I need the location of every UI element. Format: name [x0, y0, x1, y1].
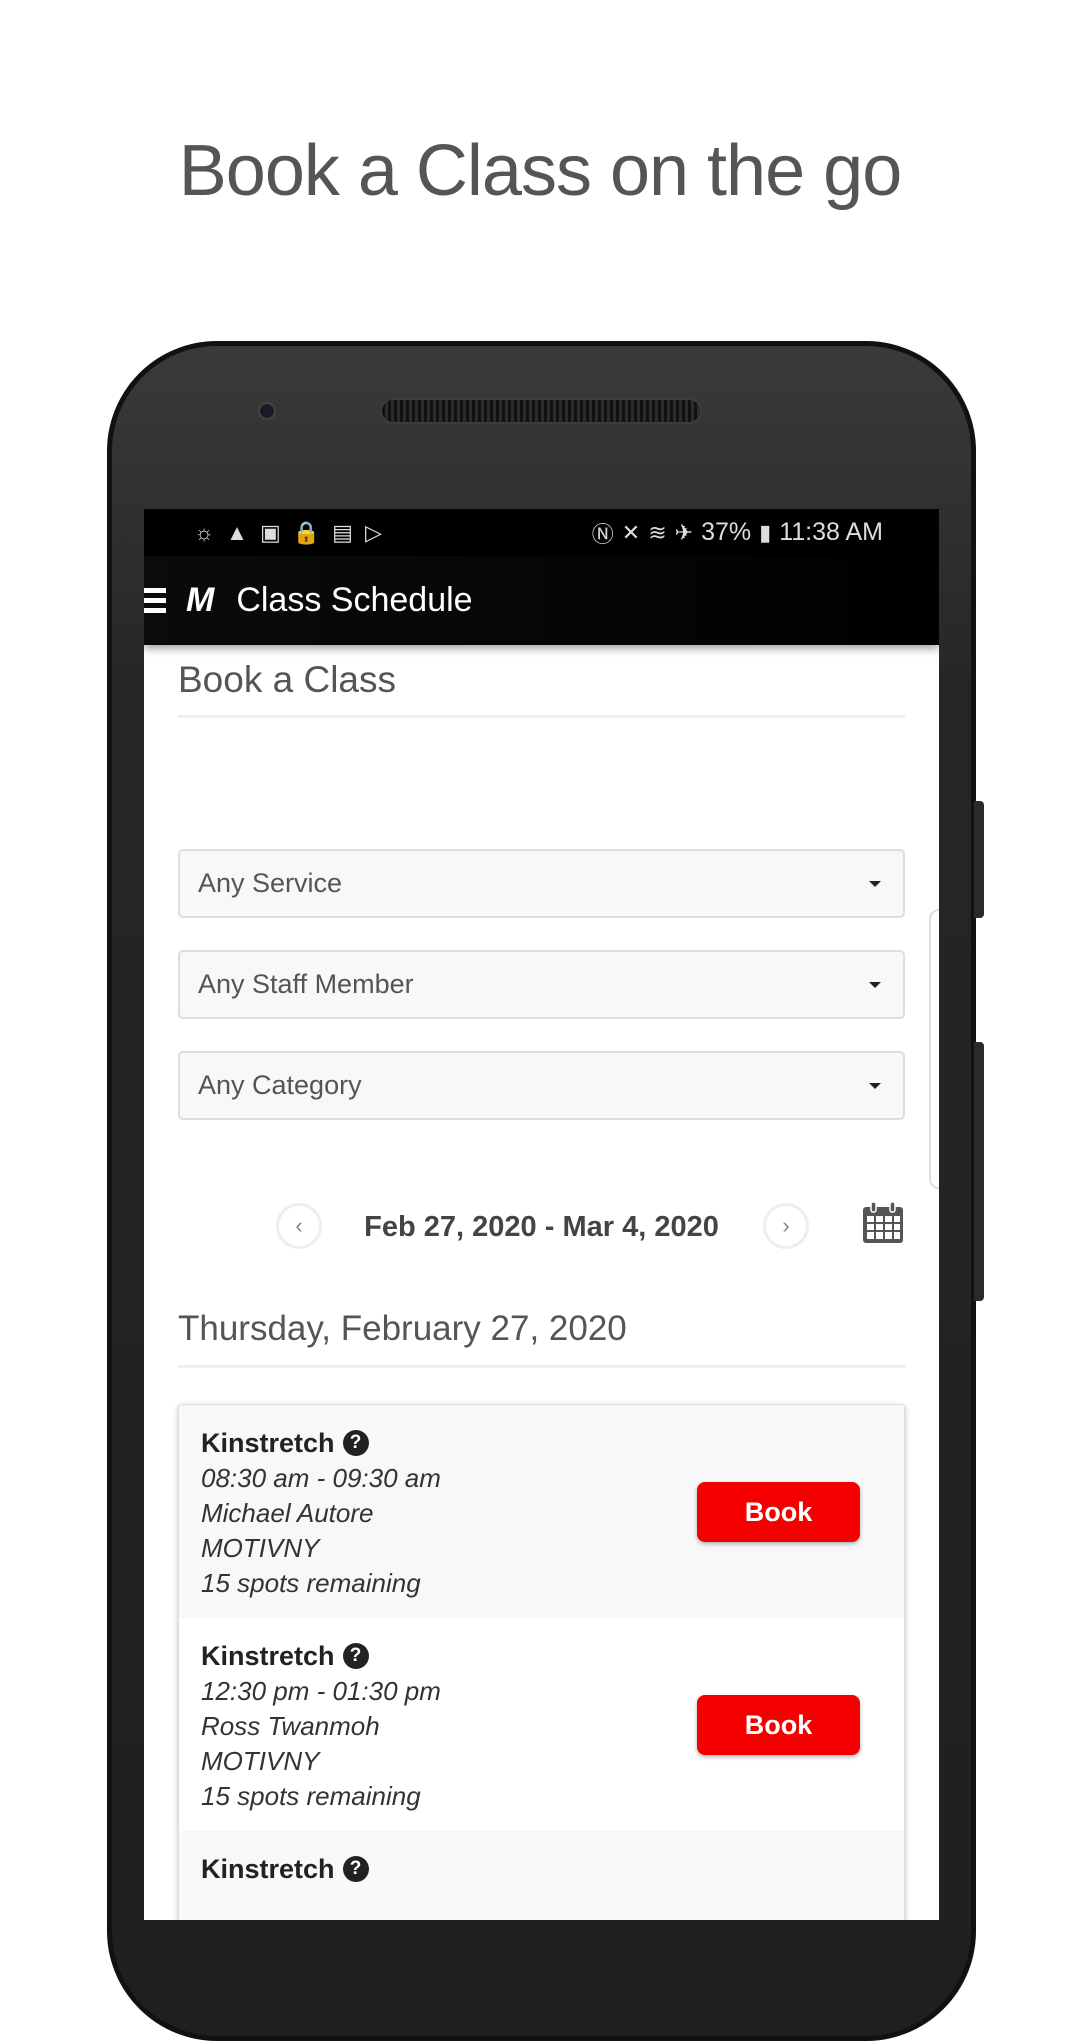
divider [178, 1365, 905, 1368]
clock: 11:38 AM [779, 518, 883, 546]
staff-select[interactable]: Any Staff Member [178, 950, 905, 1019]
mute-icon: ✕ [621, 519, 641, 545]
nfc-icon: Ⓝ [591, 521, 614, 547]
app-title: Class Schedule [236, 581, 473, 619]
class-list: Kinstretch? 08:30 am - 09:30 am Michael … [178, 1404, 905, 1920]
battery-icon: ▮ [759, 519, 772, 545]
class-name: Kinstretch [201, 1427, 335, 1458]
date-navigator: ‹ Feb 27, 2020 - Mar 4, 2020 › [178, 1201, 905, 1263]
caret-down-icon [869, 881, 881, 887]
wifi-icon: ≋ [648, 519, 667, 545]
book-button[interactable]: Book [697, 1482, 860, 1542]
calendar-icon[interactable] [861, 1201, 905, 1245]
select-value: Any Staff Member [198, 969, 414, 999]
class-item: Kinstretch? [179, 1831, 904, 1920]
app-bar: M Class Schedule [144, 556, 939, 645]
phone-screen: ☼ ▲ ▣ 🔒 ▤ ▷ Ⓝ ✕ ≋ ✈ 37% ▮ 11:38 AM M Cla… [144, 509, 939, 1920]
play-store-icon: ▷ [364, 519, 382, 545]
next-week-button[interactable]: › [763, 1203, 809, 1249]
class-spots: 15 spots remaining [201, 1568, 421, 1598]
power-button [974, 801, 984, 918]
lock-warning-icon: 🔒 [292, 519, 321, 545]
warning-icon: ▲ [226, 519, 248, 545]
class-name: Kinstretch [201, 1640, 335, 1671]
headline: Book a Class on the go [178, 131, 902, 211]
class-spots: 15 spots remaining [201, 1781, 421, 1811]
class-name: Kinstretch [201, 1853, 335, 1884]
page-title: Book a Class [178, 659, 396, 700]
category-select[interactable]: Any Category [178, 1051, 905, 1120]
volume-button [974, 1042, 984, 1301]
class-item: Kinstretch? 12:30 pm - 01:30 pm Ross Twa… [179, 1618, 904, 1831]
service-select[interactable]: Any Service [178, 849, 905, 918]
app-logo: M [186, 581, 214, 619]
image-icon: ▣ [259, 519, 281, 545]
class-item: Kinstretch? 08:30 am - 09:30 am Michael … [179, 1405, 904, 1618]
help-icon[interactable]: ? [342, 1856, 369, 1882]
menu-icon[interactable] [144, 588, 166, 613]
battery-percent: 37% [701, 518, 752, 546]
caret-down-icon [869, 1083, 881, 1089]
status-bar: ☼ ▲ ▣ 🔒 ▤ ▷ Ⓝ ✕ ≋ ✈ 37% ▮ 11:38 AM [144, 509, 939, 556]
help-icon[interactable]: ? [342, 1643, 369, 1669]
weather-icon: ☼ [194, 519, 215, 545]
camera [258, 402, 276, 420]
speaker-grille [380, 398, 702, 424]
sim-icon: ▤ [332, 519, 353, 545]
book-button[interactable]: Book [697, 1695, 860, 1755]
select-value: Any Service [198, 868, 343, 898]
caret-down-icon [869, 982, 881, 988]
airplane-icon: ✈ [674, 519, 694, 545]
scroll-indicator[interactable] [929, 909, 939, 1189]
help-icon[interactable]: ? [342, 1430, 369, 1456]
select-value: Any Category [198, 1070, 362, 1100]
day-heading: Thursday, February 27, 2020 [178, 1309, 627, 1348]
